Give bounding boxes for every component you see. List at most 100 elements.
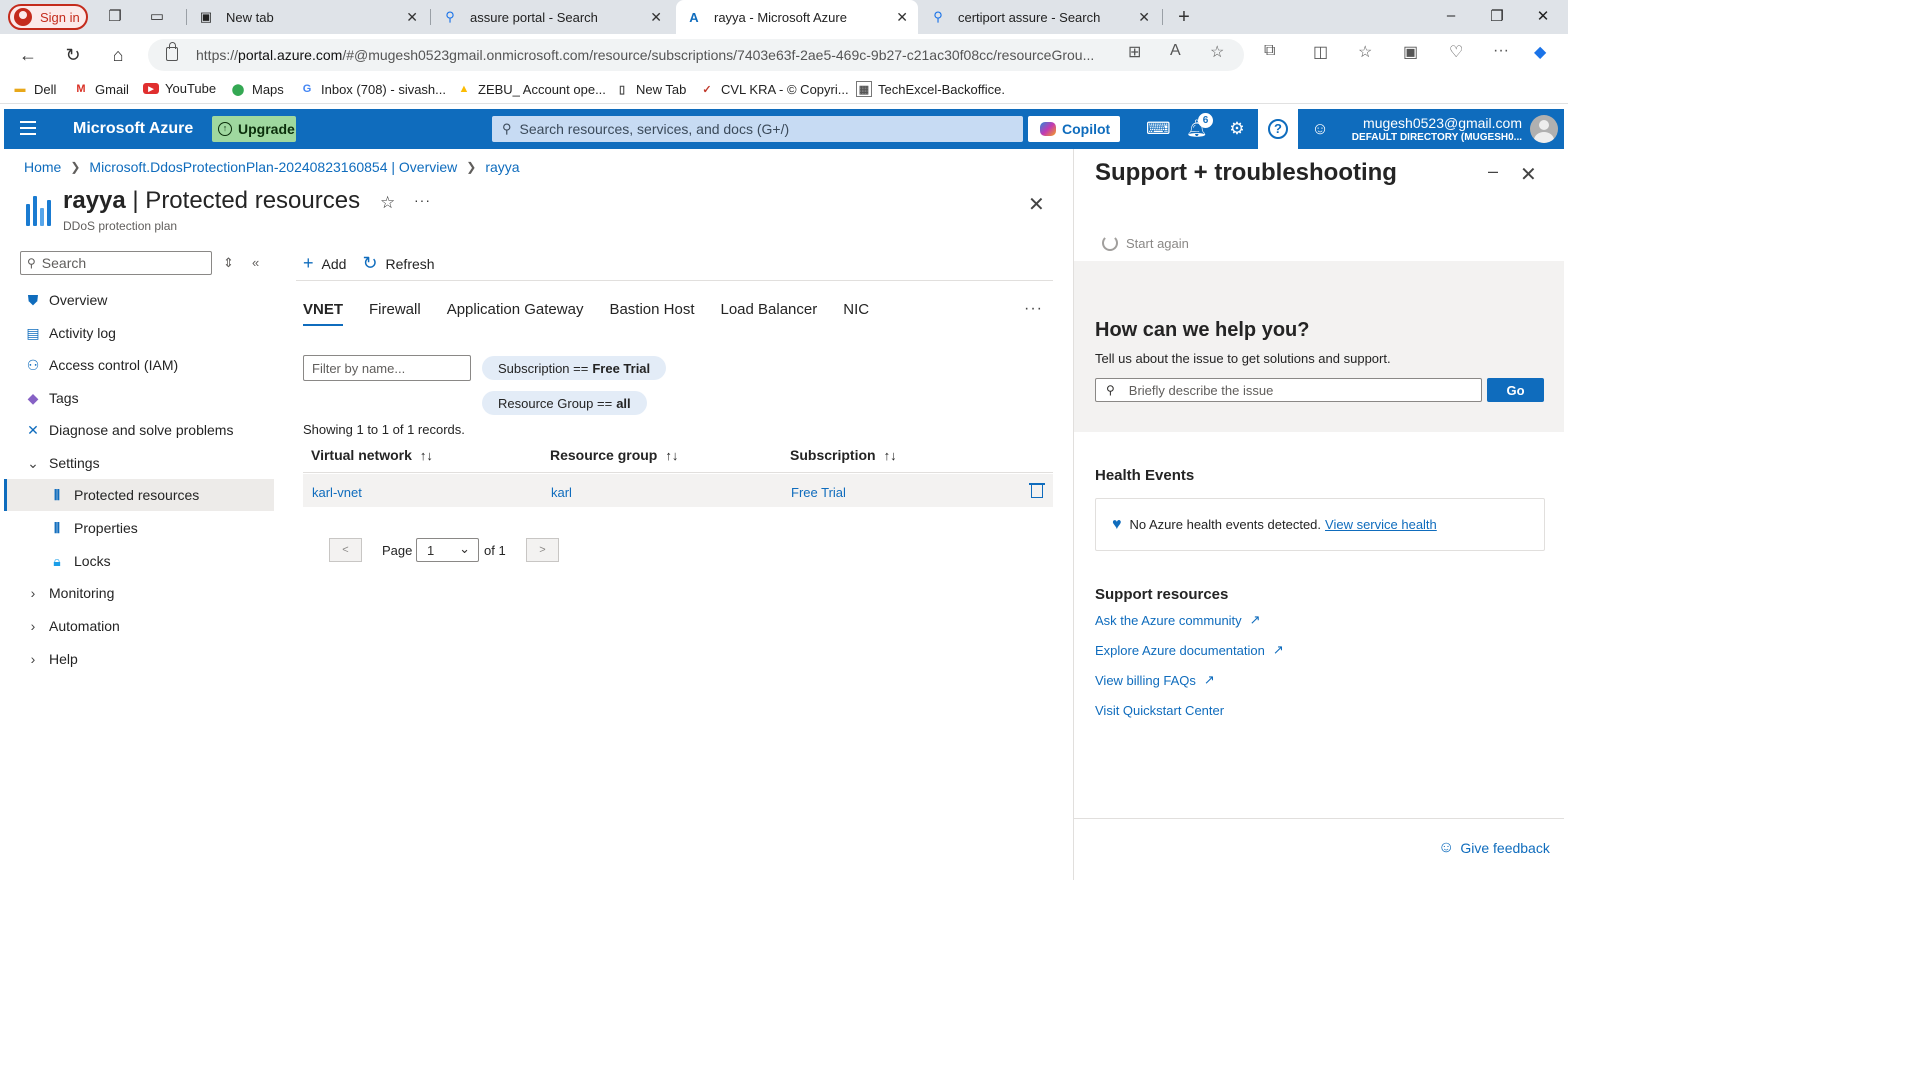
collections-icon[interactable]: ▣ bbox=[1403, 42, 1418, 62]
home-icon[interactable]: ⌂ bbox=[107, 44, 129, 66]
more-actions-icon[interactable]: ··· bbox=[414, 192, 431, 208]
next-page-button[interactable]: > bbox=[526, 538, 559, 562]
cell-subscription-link[interactable]: Free Trial bbox=[791, 485, 846, 500]
extensions-icon[interactable]: ⧉ bbox=[1264, 42, 1275, 60]
close-tab-icon[interactable]: ✕ bbox=[650, 9, 662, 26]
settings-gear-icon[interactable]: ⚙ bbox=[1227, 119, 1247, 139]
tab-vnet[interactable]: VNET bbox=[303, 301, 344, 326]
bookmark-new-tab[interactable]: ▯ New Tab bbox=[614, 81, 686, 97]
account-menu[interactable]: mugesh0523@gmail.com DEFAULT DIRECTORY (… bbox=[1352, 115, 1522, 143]
minimize-panel-icon[interactable]: – bbox=[1488, 161, 1498, 182]
apps-icon[interactable]: ⊞ bbox=[1128, 42, 1141, 62]
minimize-window-icon[interactable]: – bbox=[1441, 7, 1461, 24]
close-tab-icon[interactable]: ✕ bbox=[896, 9, 908, 26]
azure-brand[interactable]: Microsoft Azure bbox=[73, 120, 193, 138]
ask-community-link[interactable]: Ask the Azure community ↗ bbox=[1095, 612, 1261, 628]
sidebar-item-protected-resources[interactable]: ⦀ Protected resources bbox=[4, 479, 274, 511]
delete-trash-icon[interactable] bbox=[1029, 482, 1045, 498]
sign-in-button[interactable]: Sign in bbox=[8, 4, 88, 30]
restore-window-icon[interactable]: ❐ bbox=[1487, 7, 1507, 25]
sidebar-search-input[interactable]: ⚲ Search bbox=[20, 251, 212, 275]
favorite-star-icon[interactable]: ☆ bbox=[1210, 42, 1224, 62]
read-aloud-icon[interactable]: A bbox=[1170, 42, 1181, 60]
filter-by-name-input[interactable]: Filter by name... bbox=[303, 355, 471, 381]
resource-group-filter-pill[interactable]: Resource Group == all bbox=[482, 391, 647, 415]
cell-resource-group-link[interactable]: karl bbox=[551, 485, 572, 500]
bookmark-techexcel[interactable]: ▦ TechExcel-Backoffice. bbox=[856, 81, 1005, 97]
favorites-icon[interactable]: ☆ bbox=[1358, 42, 1372, 62]
close-blade-icon[interactable]: ✕ bbox=[1028, 192, 1045, 217]
close-panel-icon[interactable]: ✕ bbox=[1520, 162, 1537, 187]
browser-tab-azure[interactable]: A rayya - Microsoft Azure ✕ bbox=[676, 0, 918, 34]
feedback-icon[interactable]: ☺ bbox=[1310, 119, 1330, 139]
sidebar-item-iam[interactable]: ⚇ Access control (IAM) bbox=[4, 349, 274, 381]
copilot-button[interactable]: Copilot bbox=[1028, 116, 1120, 142]
global-search-input[interactable]: ⚲ Search resources, services, and docs (… bbox=[492, 116, 1023, 142]
browser-tab-new-tab[interactable]: ▣ New tab ✕ bbox=[188, 0, 428, 34]
more-tabs-icon[interactable]: ··· bbox=[1024, 300, 1043, 318]
quickstart-center-link[interactable]: Visit Quickstart Center bbox=[1095, 703, 1224, 718]
sidebar-group-help[interactable]: › Help bbox=[4, 643, 274, 675]
previous-page-button[interactable]: < bbox=[329, 538, 362, 562]
url-field[interactable]: https://portal.azure.com/#@mugesh0523gma… bbox=[148, 39, 1244, 71]
issue-description-input[interactable]: ⚲ Briefly describe the issue bbox=[1095, 378, 1482, 402]
breadcrumb-home[interactable]: Home bbox=[24, 159, 61, 175]
help-button[interactable]: ? bbox=[1258, 109, 1298, 149]
give-feedback-link[interactable]: ☺ Give feedback bbox=[1438, 839, 1550, 857]
breadcrumb-ddos-plan[interactable]: Microsoft.DdosProtectionPlan-20240823160… bbox=[89, 159, 457, 175]
close-tab-icon[interactable]: ✕ bbox=[1138, 9, 1150, 26]
explore-docs-link[interactable]: Explore Azure documentation ↗ bbox=[1095, 642, 1284, 658]
avatar[interactable] bbox=[1530, 115, 1558, 143]
page-select[interactable]: 1 ⌄ bbox=[416, 538, 479, 562]
upgrade-button[interactable]: ↑ Upgrade bbox=[212, 116, 296, 142]
tab-firewall[interactable]: Firewall bbox=[369, 301, 421, 326]
sidebar-group-automation[interactable]: › Automation bbox=[4, 610, 274, 642]
bookmark-gmail[interactable]: M Gmail bbox=[73, 81, 129, 97]
bookmark-inbox[interactable]: G Inbox (708) - sivash... bbox=[299, 81, 446, 97]
bookmark-cvl-kra[interactable]: ✓ CVL KRA - © Copyri... bbox=[699, 81, 848, 97]
subscription-filter-pill[interactable]: Subscription == Free Trial bbox=[482, 356, 667, 380]
back-icon[interactable]: ← bbox=[17, 44, 39, 66]
tab-application-gateway[interactable]: Application Gateway bbox=[447, 301, 584, 326]
column-header-virtual-network[interactable]: Virtual network ↑↓ bbox=[311, 447, 433, 463]
tab-load-balancer[interactable]: Load Balancer bbox=[721, 301, 818, 326]
add-button[interactable]: + Add bbox=[303, 253, 346, 274]
sidebar-item-tags[interactable]: ◆ Tags bbox=[4, 382, 274, 414]
copilot-browser-icon[interactable]: ◆ bbox=[1534, 42, 1546, 62]
sidebar-item-diagnose[interactable]: ✕ Diagnose and solve problems bbox=[4, 414, 274, 446]
view-service-health-link[interactable]: View service health bbox=[1325, 517, 1437, 532]
reload-icon[interactable]: ↻ bbox=[62, 44, 84, 66]
billing-faqs-link[interactable]: View billing FAQs ↗ bbox=[1095, 672, 1215, 688]
column-header-subscription[interactable]: Subscription ↑↓ bbox=[790, 447, 897, 463]
start-again-button[interactable]: Start again bbox=[1102, 235, 1189, 251]
sidebar-item-locks[interactable]: 🔒︎ Locks bbox=[4, 545, 274, 577]
bookmark-maps[interactable]: ⬤ Maps bbox=[230, 81, 284, 97]
column-header-resource-group[interactable]: Resource group ↑↓ bbox=[550, 447, 678, 463]
favorite-star-icon[interactable]: ☆ bbox=[380, 193, 395, 213]
breadcrumb-rayya[interactable]: rayya bbox=[485, 159, 519, 175]
sidebar-item-overview[interactable]: ⛊ Overview bbox=[4, 284, 274, 316]
tab-actions-icon[interactable]: ▭ bbox=[148, 8, 166, 26]
sidebar-group-settings[interactable]: ⌄ Settings bbox=[4, 447, 274, 479]
close-window-icon[interactable]: ✕ bbox=[1533, 7, 1553, 25]
close-tab-icon[interactable]: ✕ bbox=[406, 9, 418, 26]
portal-menu-icon[interactable] bbox=[20, 121, 36, 137]
cell-virtual-network-link[interactable]: karl-vnet bbox=[312, 485, 362, 500]
tab-bastion-host[interactable]: Bastion Host bbox=[609, 301, 694, 326]
browser-essentials-icon[interactable]: ♡ bbox=[1449, 42, 1463, 62]
sidebar-item-activity-log[interactable]: ▤ Activity log bbox=[4, 317, 274, 349]
tab-nic[interactable]: NIC bbox=[843, 301, 869, 326]
new-tab-plus-icon[interactable]: + bbox=[1175, 7, 1193, 27]
browser-tab-assure-portal[interactable]: ⚲ assure portal - Search ✕ bbox=[432, 0, 672, 34]
sidebar-group-monitoring[interactable]: › Monitoring bbox=[4, 577, 274, 609]
bookmark-zebu[interactable]: ▲ ZEBU_ Account ope... bbox=[456, 81, 606, 97]
sidebar-item-properties[interactable]: ⦀ Properties bbox=[4, 512, 274, 544]
expand-collapse-icon[interactable]: ⇕ bbox=[223, 255, 234, 271]
browser-tab-certiport[interactable]: ⚲ certiport assure - Search ✕ bbox=[920, 0, 1160, 34]
refresh-button[interactable]: ↻ Refresh bbox=[362, 253, 434, 274]
collapse-sidebar-icon[interactable]: « bbox=[252, 255, 259, 270]
bookmark-youtube[interactable]: ▶ YouTube bbox=[143, 81, 216, 96]
workspaces-icon[interactable]: ❐ bbox=[106, 8, 124, 26]
cloud-shell-icon[interactable]: ⌨ bbox=[1146, 119, 1171, 139]
split-screen-icon[interactable]: ◫ bbox=[1313, 42, 1328, 62]
